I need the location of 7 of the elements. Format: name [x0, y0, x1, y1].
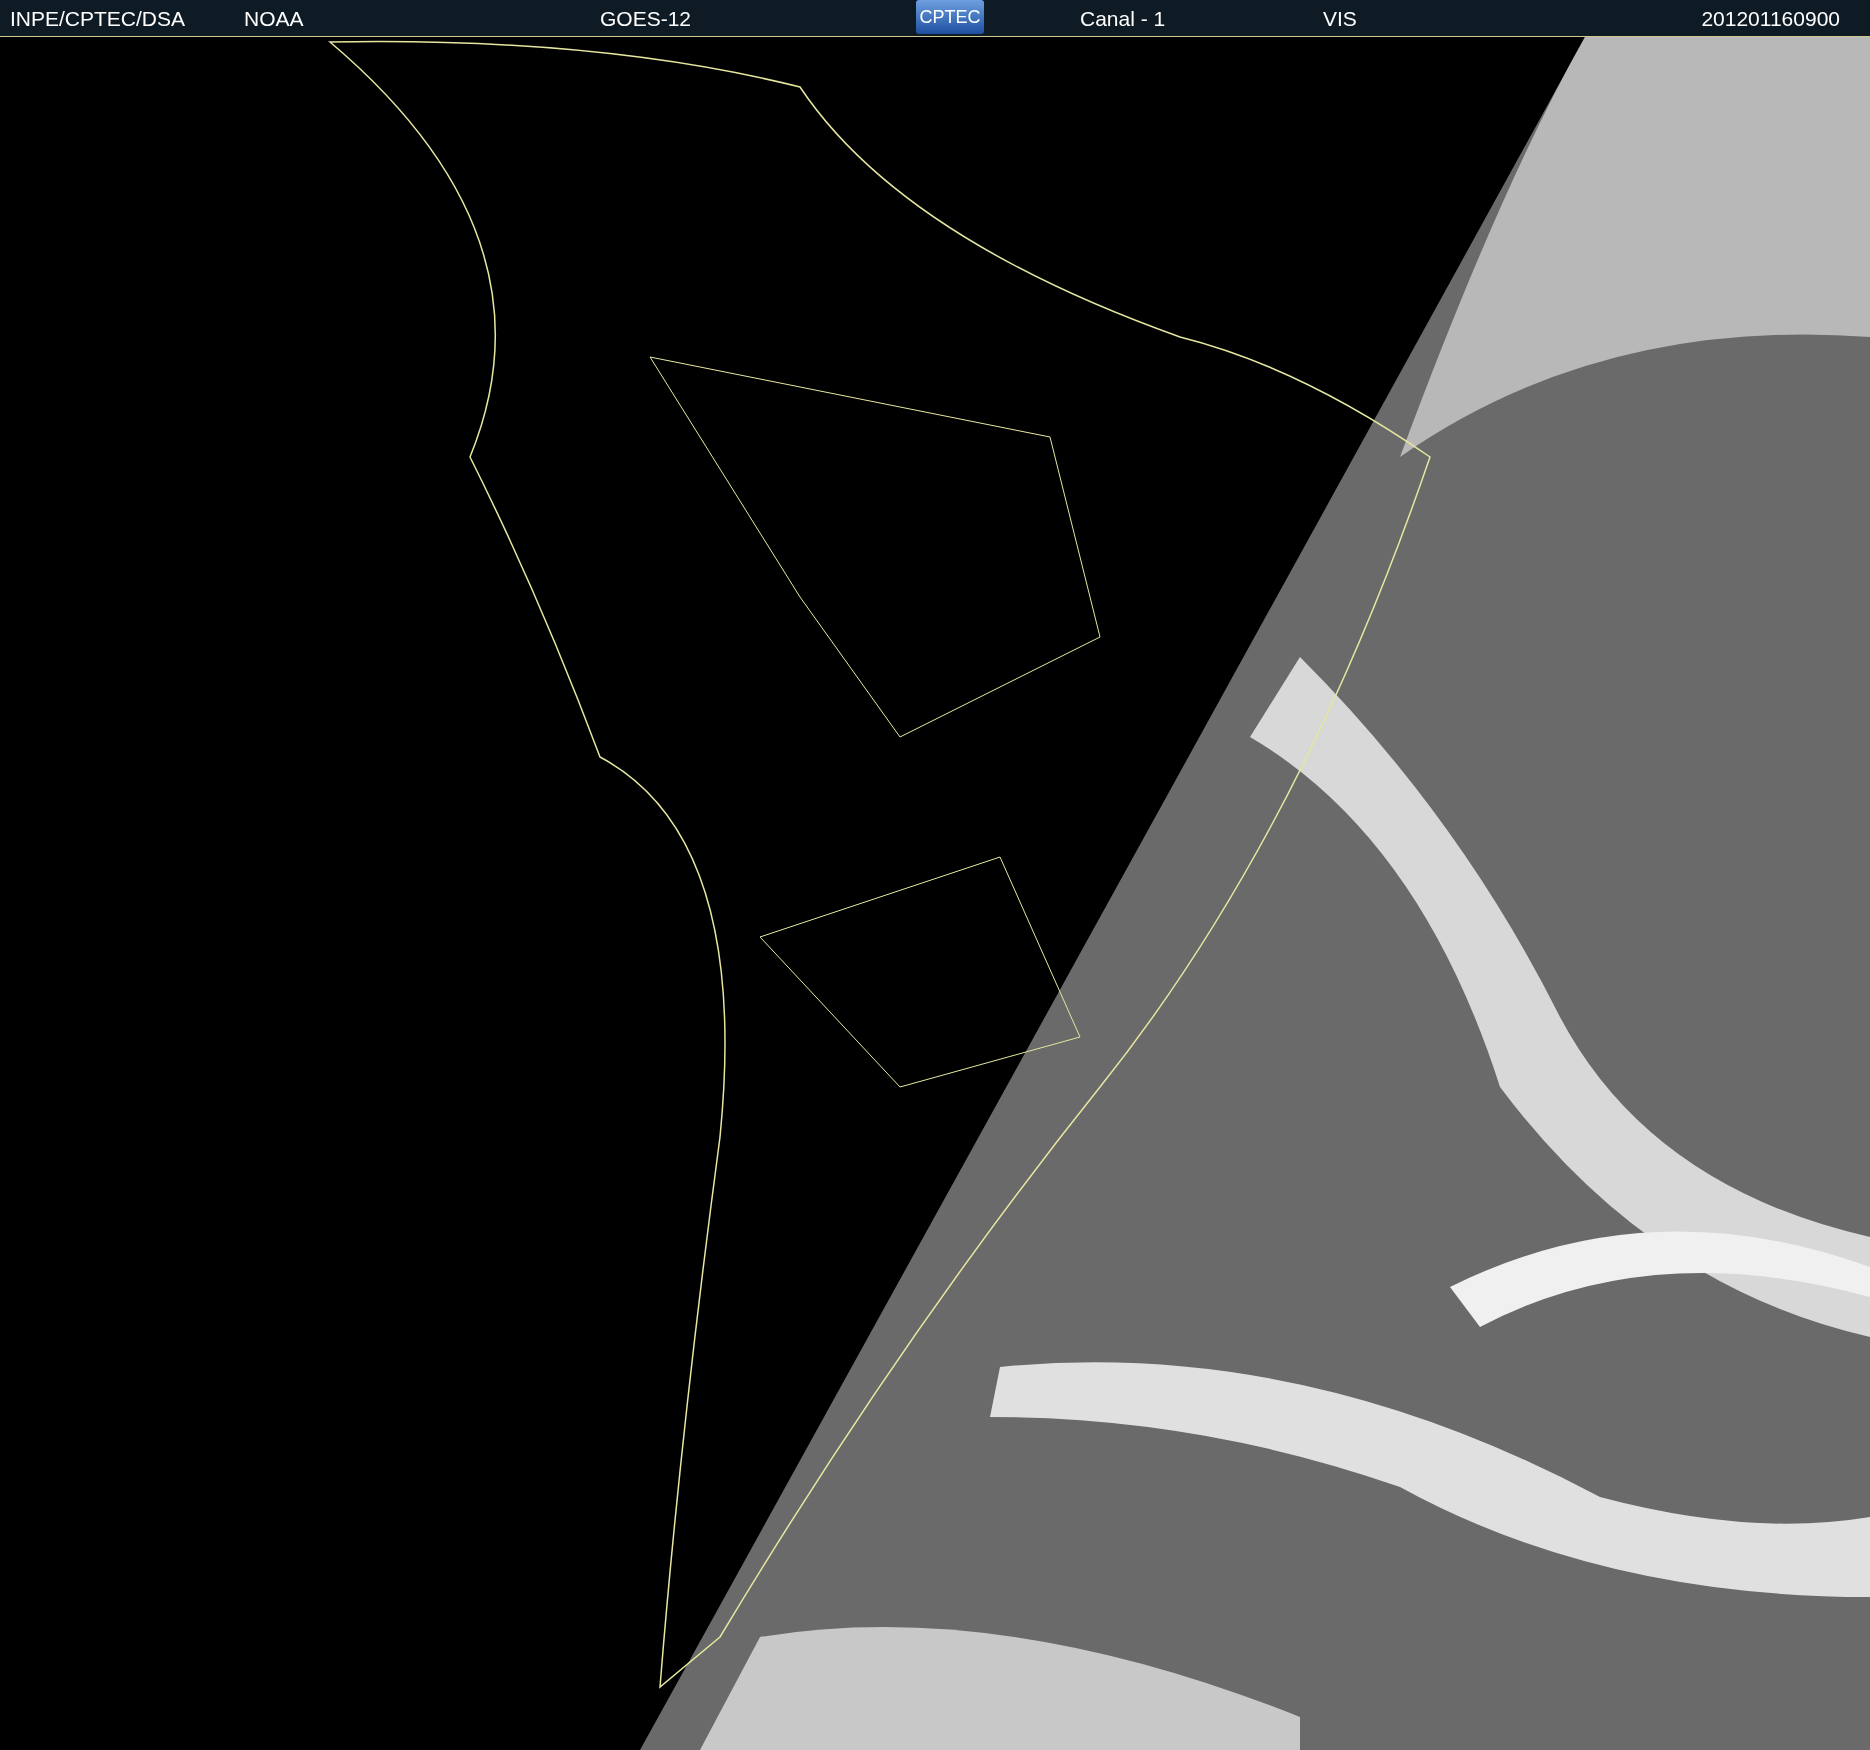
agency-label: NOAA [244, 7, 304, 31]
satellite-label: GOES-12 [600, 7, 692, 31]
band-label: VIS [1323, 7, 1357, 31]
channel-label: Canal - 1 [1080, 7, 1166, 31]
source-label: INPE/CPTEC/DSA [10, 7, 186, 31]
logo: CPTEC [916, 0, 984, 34]
timestamp-label: 201201160900 [1701, 7, 1840, 31]
